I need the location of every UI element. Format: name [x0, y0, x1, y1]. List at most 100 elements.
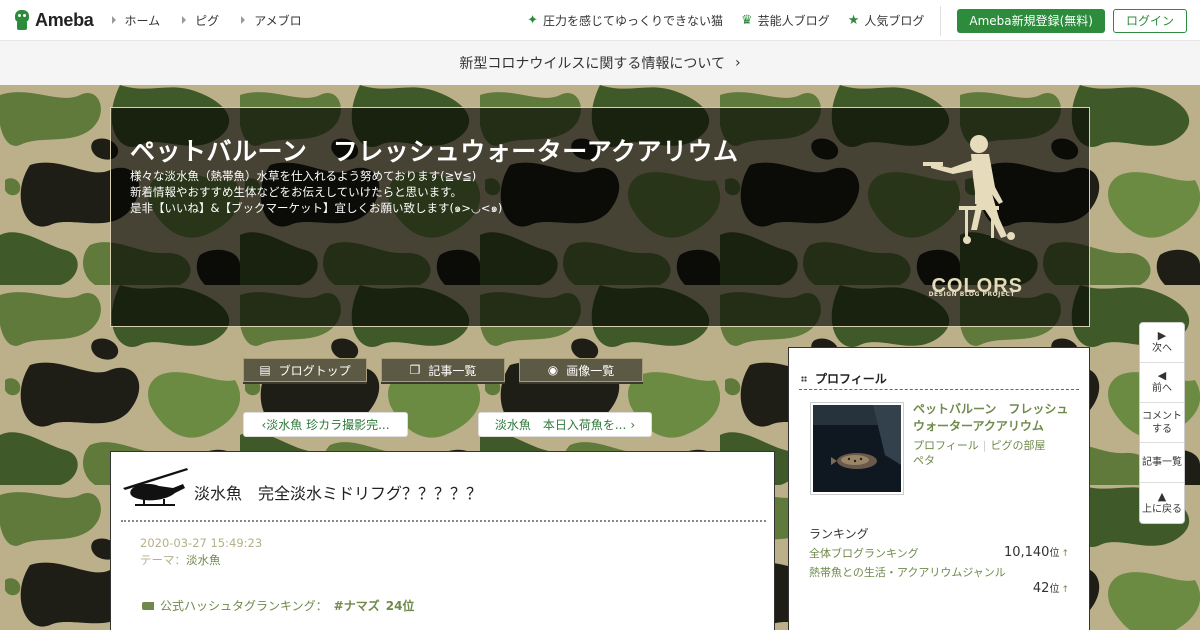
login-button[interactable]: ログイン	[1112, 8, 1187, 33]
profile-name[interactable]: ペットバルーン フレッシュウォーターアクアリウム	[913, 401, 1073, 435]
article-theme: テーマ：淡水魚	[140, 552, 221, 568]
profile-links: プロフィール | ピグの部屋	[913, 437, 1046, 453]
triangle-right-icon	[241, 16, 246, 24]
title-divider	[121, 520, 766, 522]
popular-blog-label: 人気ブログ	[864, 14, 925, 28]
ameba-mascot-icon	[12, 9, 32, 31]
arrow-up-icon: ▲	[1157, 489, 1167, 503]
entry-list-label: 記事一覧	[428, 363, 477, 378]
rank-unit: 位	[1049, 548, 1060, 559]
nav-item-pigg[interactable]: ピグ	[182, 12, 219, 29]
helicopter-icon	[123, 468, 188, 506]
blog-top-label: ブログトップ	[278, 363, 351, 378]
notice-text: 新型コロナウイルスに関する情報について	[459, 56, 725, 72]
profile-heading: プロフィール	[799, 368, 1079, 390]
global-header: Ameba ホーム ピグ アメブロ ✦ 圧力を感じてゆっくりできない猫 ♛ 芸能人ブ…	[0, 0, 1200, 41]
logo-text: Ameba	[35, 9, 94, 30]
triangle-right-icon	[182, 16, 187, 24]
overall-ranking-link[interactable]: 全体ブログランキング	[809, 545, 919, 561]
hashtag-rank: 24位	[385, 599, 415, 613]
blog-description-line: 是非【いいね】&【ブックマーケット】宜しくお願い致します(๑>◡<๑)	[130, 201, 503, 215]
pigg-room-link[interactable]: ピグの部屋	[991, 439, 1046, 452]
rank-up-icon: ↑	[1061, 585, 1069, 595]
nav-label: ホーム	[124, 13, 161, 28]
camera-icon: ◉	[547, 363, 559, 377]
article-card: 淡水魚 完全淡水ミドリフグ？？？？？ 2020-03-27 15:49:23 テ…	[110, 451, 775, 630]
next-entry-label: 淡水魚 本日入荷魚を...	[494, 418, 627, 432]
next-entry-link[interactable]: 淡水魚 本日入荷魚を... ›	[478, 412, 652, 437]
celebrity-blog-link[interactable]: ♛ 芸能人ブログ	[741, 12, 830, 29]
article-title[interactable]: 淡水魚 完全淡水ミドリフグ？？？？？	[194, 480, 482, 504]
blog-title[interactable]: ペットバルーン フレッシュウォーターアクアリウム	[130, 132, 739, 168]
entry-list-tool-label: 記事一覧	[1142, 457, 1182, 468]
colors-brand-subtitle: DESIGN BLOG PROJECT	[928, 291, 1015, 298]
chevron-right-icon: ›	[630, 417, 636, 432]
celebrity-blog-label: 芸能人ブログ	[757, 14, 830, 28]
prev-entry-label: 淡水魚 珍カラ撮影完...	[266, 418, 390, 432]
prev-tool-label: 前へ	[1152, 383, 1172, 394]
next-tool-label: 次へ	[1152, 343, 1172, 354]
blog-top-button[interactable]: ▤ ブログトップ	[243, 358, 367, 382]
chevron-right-icon: ›	[734, 55, 741, 71]
pages-icon: ❐	[409, 363, 421, 377]
theme-label: テーマ：	[140, 553, 186, 567]
sparkle-icon: ✦	[527, 13, 538, 28]
peta-link[interactable]: ペタ	[913, 452, 935, 468]
blog-description-line: 新着情報やおすすめ生体などをお伝えしていけたらと思います。	[130, 185, 463, 199]
comment-tool-label: コメント する	[1142, 410, 1182, 435]
blog-header-banner[interactable]: ペットバルーン フレッシュウォーターアクアリウム 様々な淡水魚（熱帯魚）水草を仕…	[110, 107, 1090, 327]
tag-icon	[142, 601, 154, 610]
global-nav: ホーム ピグ アメブロ	[111, 12, 324, 29]
overall-rank-number: 10,140	[1003, 545, 1050, 560]
fish-photo	[813, 405, 901, 492]
link-divider: |	[982, 439, 987, 452]
rank-up-icon: ↑	[1061, 549, 1069, 559]
rank-unit: 位	[1049, 584, 1060, 595]
profile-heading-label: プロフィール	[815, 372, 887, 386]
genre-rank-number: 42	[1032, 581, 1050, 596]
triangle-right-icon	[111, 16, 116, 24]
play-right-icon: ▶	[1157, 329, 1167, 342]
dots-icon	[801, 375, 807, 382]
prev-entry-tool[interactable]: ◀ 前へ	[1140, 363, 1184, 403]
profile-avatar[interactable]	[810, 402, 904, 495]
side-toolbar: ▶ 次へ ◀ 前へ コメント する 記事一覧 ▲ 上に戻る	[1139, 322, 1185, 524]
back-to-top-tool[interactable]: ▲ 上に戻る	[1140, 483, 1184, 523]
header-right: ✦ 圧力を感じてゆっくりできない猫 ♛ 芸能人ブログ ★ 人気ブログ Ameba新規登…	[527, 0, 1200, 41]
profile-widget: プロフィール ペットバルーン フレッシュウォーターアクアリウム プロフィール | ピ…	[788, 347, 1090, 630]
nav-item-home[interactable]: ホーム	[111, 12, 161, 29]
genre-ranking-link[interactable]: 熱帯魚との生活・アクアリウムジャンル	[809, 564, 1006, 580]
nav-label: アメブロ	[254, 13, 302, 28]
top-tool-label: 上に戻る	[1142, 503, 1182, 515]
register-button[interactable]: Ameba新規登録(無料)	[957, 8, 1105, 33]
nav-item-ameblo[interactable]: アメブロ	[241, 12, 302, 29]
theme-link[interactable]: 淡水魚	[186, 553, 221, 567]
covid-notice-link[interactable]: 新型コロナウイルスに関する情報について ›	[0, 41, 1200, 85]
hashtag-link[interactable]: #ナマズ	[334, 597, 380, 614]
prev-entry-link[interactable]: ‹ 淡水魚 珍カラ撮影完...	[243, 412, 408, 437]
crown-icon: ♛	[741, 13, 753, 28]
popular-blog-link[interactable]: ★ 人気ブログ	[848, 12, 925, 29]
genre-ranking-value: 42位 ↑	[1033, 580, 1069, 596]
profile-link[interactable]: プロフィール	[913, 439, 979, 452]
soldier-silhouette-icon	[923, 135, 1015, 244]
list-icon: ▤	[259, 363, 271, 377]
ranking-heading: ランキング	[809, 527, 869, 541]
comment-tool[interactable]: コメント する	[1140, 403, 1184, 443]
hashtag-ranking-label: 公式ハッシュタグランキング：	[160, 599, 328, 613]
trend-label: 圧力を感じてゆっくりできない猫	[543, 14, 724, 28]
article-date: 2020-03-27 15:49:23	[140, 536, 263, 550]
play-left-icon: ◀	[1157, 369, 1167, 382]
image-list-label: 画像一覧	[566, 363, 615, 378]
header-divider	[940, 5, 942, 36]
blog-description: 様々な淡水魚（熱帯魚）水草を仕入れるよう努めております(≧∀≦) 新着情報やおす…	[130, 168, 502, 216]
overall-ranking-value: 10,140位 ↑	[1004, 544, 1069, 560]
entry-list-button[interactable]: ❐ 記事一覧	[381, 358, 505, 382]
next-entry-tool[interactable]: ▶ 次へ	[1140, 323, 1184, 363]
blog-description-line: 様々な淡水魚（熱帯魚）水草を仕入れるよう努めております(≧∀≦)	[130, 169, 477, 183]
entry-list-tool[interactable]: 記事一覧	[1140, 443, 1184, 483]
trend-link[interactable]: ✦ 圧力を感じてゆっくりできない猫	[527, 12, 723, 29]
star-icon: ★	[847, 13, 860, 28]
image-list-button[interactable]: ◉ 画像一覧	[519, 358, 643, 382]
ameba-logo[interactable]: Ameba	[12, 9, 94, 31]
